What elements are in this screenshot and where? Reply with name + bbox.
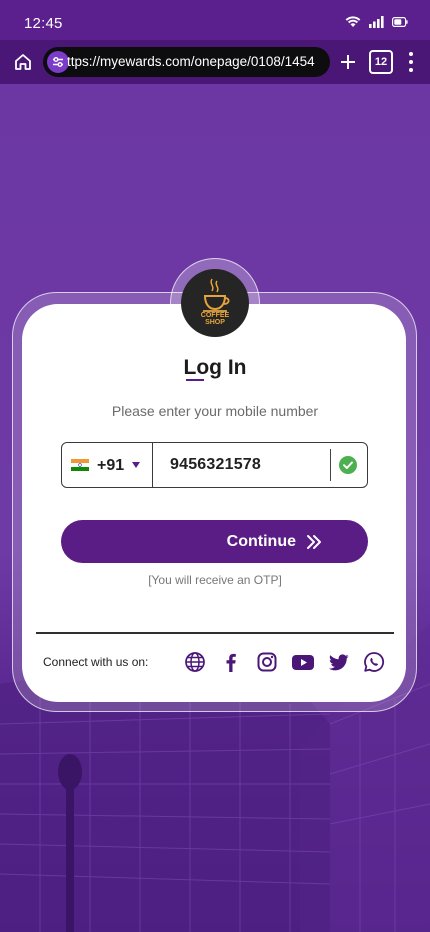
coffee-shop-logo: COFFEE SHOP <box>181 269 249 337</box>
more-menu-icon[interactable] <box>404 50 418 74</box>
status-icons <box>345 16 408 28</box>
continue-button[interactable]: Continue <box>61 520 368 563</box>
country-code-select[interactable]: +91 <box>62 443 153 487</box>
url-text[interactable]: ttps://myewards.com/onepage/0108/1454 <box>67 54 323 69</box>
coffee-cup-icon <box>203 278 230 312</box>
check-circle-icon <box>339 456 357 474</box>
title-underline <box>186 379 204 381</box>
logo-text: COFFEE SHOP <box>181 312 249 326</box>
tab-switcher-button[interactable]: 12 <box>369 50 393 74</box>
browser-toolbar: ttps://myewards.com/onepage/0108/1454 12 <box>0 40 430 84</box>
instagram-icon[interactable] <box>256 651 278 673</box>
continue-label: Continue <box>226 533 296 550</box>
india-flag-icon <box>71 459 89 471</box>
address-bar[interactable]: ttps://myewards.com/onepage/0108/1454 <box>43 47 330 77</box>
youtube-icon[interactable] <box>291 651 315 673</box>
logo-text-line-2: SHOP <box>205 319 225 326</box>
status-time: 12:45 <box>24 15 63 32</box>
new-tab-icon[interactable] <box>337 51 359 73</box>
signal-icon <box>369 16 384 28</box>
whatsapp-icon[interactable] <box>363 651 385 673</box>
country-code-label: +91 <box>97 457 125 474</box>
double-chevron-right-icon <box>307 535 321 549</box>
facebook-icon[interactable] <box>220 651 242 673</box>
website-icon[interactable] <box>184 651 206 673</box>
mobile-number-input[interactable]: 9456321578 <box>170 456 261 474</box>
field-divider <box>330 449 331 481</box>
home-icon[interactable] <box>12 51 34 73</box>
wifi-icon <box>345 16 361 27</box>
status-bar: 12:45 <box>0 0 430 40</box>
page-title: Log In <box>183 356 247 379</box>
battery-icon <box>392 17 408 27</box>
page-subtitle: Please enter your mobile number <box>111 403 319 419</box>
chevron-down-icon <box>132 462 140 468</box>
logo-text-line-1: COFFEE <box>200 312 230 319</box>
site-settings-icon[interactable] <box>47 51 69 73</box>
otp-note: [You will receive an OTP] <box>148 573 282 587</box>
divider <box>36 632 394 634</box>
phone-field: +91 9456321578 <box>61 442 368 488</box>
connect-label: Connect with us on: <box>43 655 149 669</box>
twitter-icon[interactable] <box>328 651 350 673</box>
